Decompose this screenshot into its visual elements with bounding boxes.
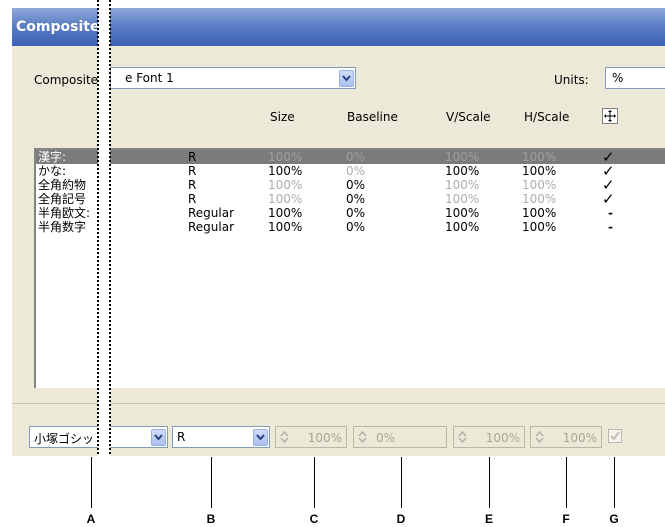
callout-c: C <box>309 512 319 526</box>
font-style-value: R <box>177 430 186 444</box>
row-2-name: 全角約物 <box>38 178 87 192</box>
row-2-size: 100% <box>268 178 303 192</box>
column-header-vscale: V/Scale <box>446 110 491 124</box>
baseline-field[interactable]: 0% <box>353 426 447 448</box>
row-5-name: 半角数字 <box>38 220 87 234</box>
column-header-hscale: H/Scale <box>524 110 570 124</box>
column-header-size: Size <box>270 110 295 124</box>
row-3-vscale: 100% <box>445 192 480 206</box>
row-1-vscale: 100% <box>445 164 480 178</box>
row-0-baseline: 0% <box>346 150 366 164</box>
composite-font-select[interactable]: e Font 1 <box>110 67 356 89</box>
row-1-hscale: 100% <box>522 164 557 178</box>
row-5-size: 100% <box>268 220 303 234</box>
row-4-name: 半角欧文: <box>38 206 91 220</box>
units-value: % <box>612 71 624 85</box>
font-style-select[interactable]: R <box>172 426 270 448</box>
callout-line-e <box>489 457 490 508</box>
row-0-name: 漢字: <box>38 150 67 164</box>
composite-font-value: e Font 1 <box>125 71 174 85</box>
row-1-name: かな: <box>38 164 67 178</box>
row-4-vscale: 100% <box>445 206 480 220</box>
row-5-hscale: 100% <box>522 220 557 234</box>
row-0-font: R <box>188 150 197 164</box>
cutaway-dotted-line-right <box>109 0 111 456</box>
chevron-down-icon[interactable] <box>339 70 354 87</box>
units-select[interactable]: % <box>605 67 665 89</box>
move-icon[interactable] <box>602 108 618 124</box>
checkmark-icon <box>610 431 620 441</box>
row-5-mark[interactable]: - <box>608 220 613 234</box>
row-2-vscale: 100% <box>445 178 480 192</box>
callout-line-b <box>211 457 212 508</box>
hscale-value: 100% <box>562 431 597 445</box>
callout-line-a <box>91 457 92 508</box>
vscale-value: 100% <box>485 431 520 445</box>
row-3-hscale: 100% <box>522 192 557 206</box>
row-5-vscale: 100% <box>445 220 480 234</box>
row-4-size: 100% <box>268 206 303 220</box>
cutaway-dotted-line-left <box>97 0 99 456</box>
font-component-list[interactable]: 漢字: R 100% 0% 100% 100% ✓ かな: R 100% 0% … <box>34 148 665 388</box>
row-3-size: 100% <box>268 192 303 206</box>
size-value: 100% <box>307 431 342 445</box>
hscale-field[interactable]: 100% <box>530 426 602 448</box>
row-1-size: 100% <box>268 164 303 178</box>
callout-line-d <box>401 457 402 508</box>
vscale-field[interactable]: 100% <box>453 426 525 448</box>
callout-a: A <box>86 512 96 526</box>
composite-label: Composite: <box>34 73 103 87</box>
stepper-icon[interactable] <box>280 430 289 444</box>
callout-line-f <box>566 457 567 508</box>
row-2-hscale: 100% <box>522 178 557 192</box>
row-1-baseline: 0% <box>346 164 366 178</box>
row-3-name: 全角記号 <box>38 192 87 206</box>
row-1-font: R <box>188 164 197 178</box>
chevron-down-icon[interactable] <box>151 429 166 446</box>
row-3-font: R <box>188 192 197 206</box>
callout-f: F <box>562 512 570 526</box>
size-field[interactable]: 100% <box>275 426 347 448</box>
stepper-icon[interactable] <box>358 430 367 444</box>
row-0-hscale: 100% <box>522 150 557 164</box>
scale-checkbox[interactable] <box>608 429 622 443</box>
row-5-baseline: 0% <box>346 220 366 234</box>
callout-d: D <box>396 512 406 526</box>
row-4-mark[interactable]: - <box>608 206 613 220</box>
row-3-check[interactable]: ✓ <box>602 192 615 207</box>
callout-g: G <box>609 512 619 526</box>
row-0-vscale: 100% <box>445 150 480 164</box>
row-4-hscale: 100% <box>522 206 557 220</box>
row-3-baseline: 0% <box>346 192 366 206</box>
chevron-down-icon[interactable] <box>253 429 268 446</box>
stepper-icon[interactable] <box>535 430 544 444</box>
row-0-size: 100% <box>268 150 303 164</box>
font-family-value: 小塚ゴシッ <box>34 432 95 446</box>
row-4-font: Regular <box>188 206 235 220</box>
stepper-icon[interactable] <box>458 430 467 444</box>
window-title: Composite <box>16 19 100 35</box>
row-5-font: Regular <box>188 220 235 234</box>
callout-line-c <box>314 457 315 508</box>
row-2-font: R <box>188 178 197 192</box>
callout-e: E <box>484 512 493 526</box>
row-2-baseline: 0% <box>346 178 366 192</box>
callout-line-g <box>614 457 615 508</box>
row-4-baseline: 0% <box>346 206 366 220</box>
callout-b: B <box>206 512 216 526</box>
baseline-value: 0% <box>376 431 396 445</box>
units-label: Units: <box>554 73 589 87</box>
column-header-baseline: Baseline <box>347 110 398 124</box>
